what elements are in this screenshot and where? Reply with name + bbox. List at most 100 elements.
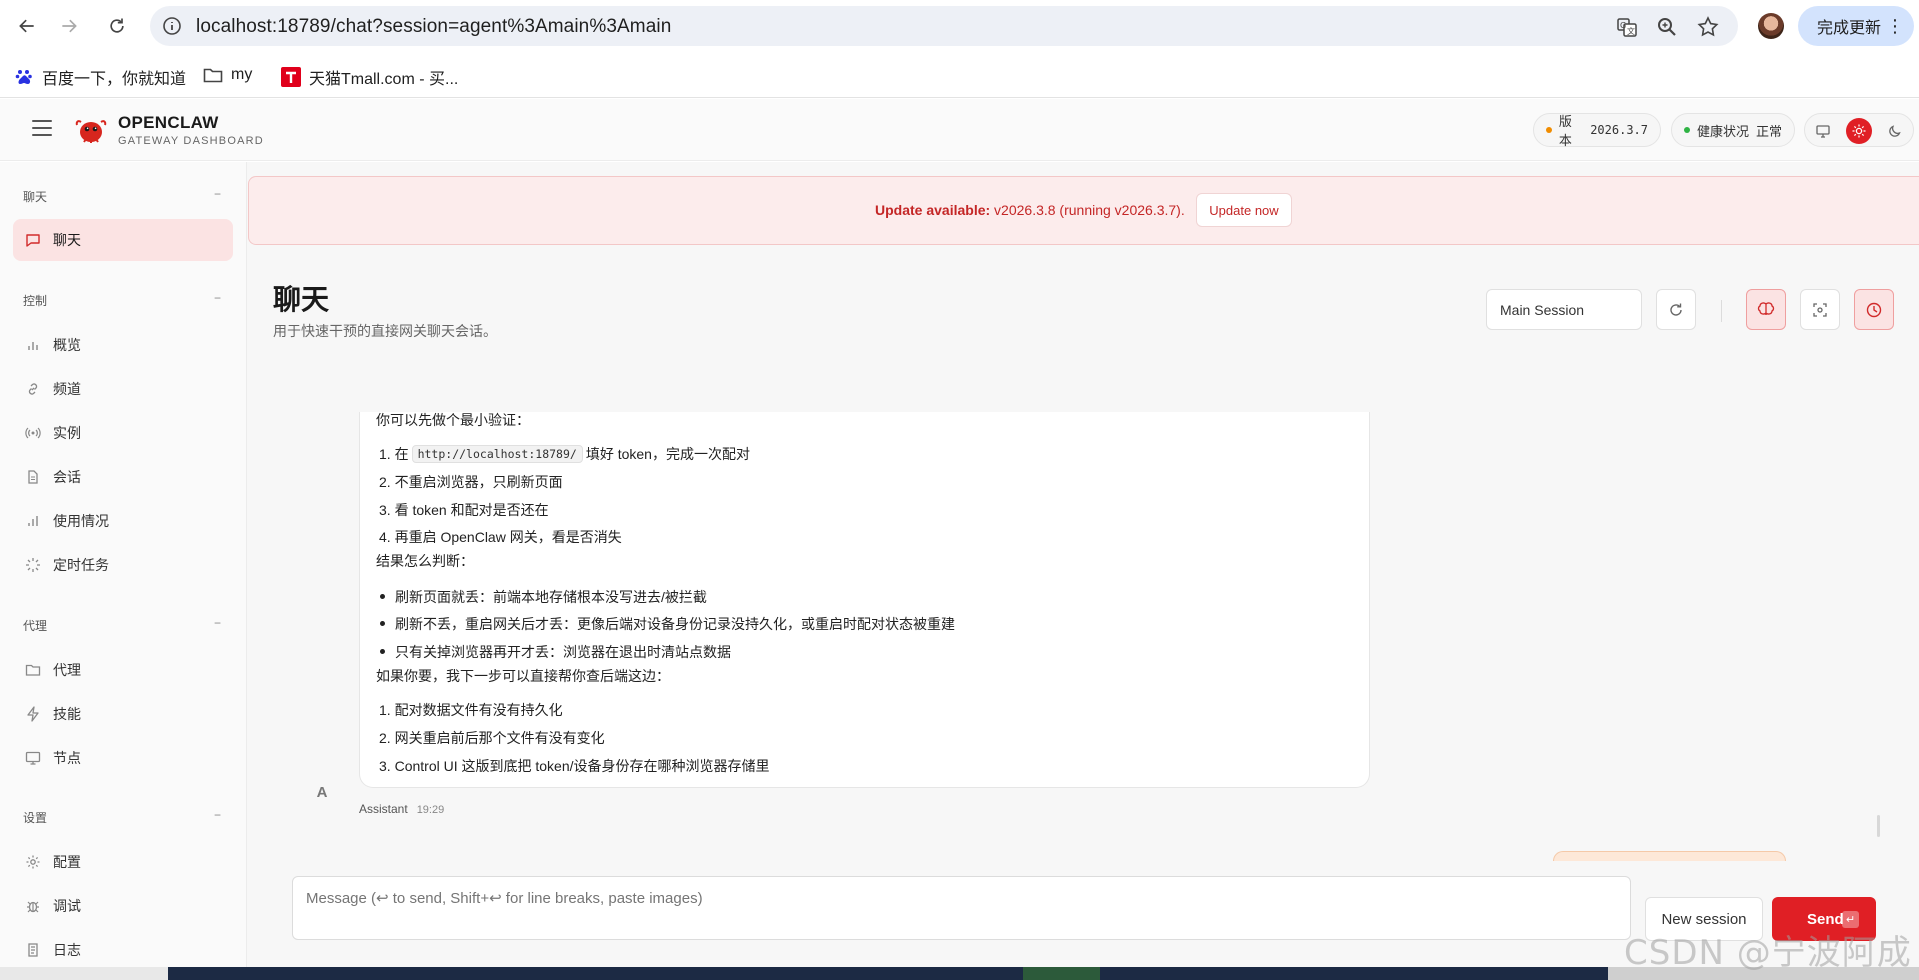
sidebar-item-label: 概览 (53, 337, 81, 353)
reload-icon (110, 18, 124, 33)
message-meta: Assistant 19:29 (359, 802, 444, 816)
brand-subtitle: GATEWAY DASHBOARD (118, 135, 264, 147)
bookmark-tmall[interactable]: 天猫Tmall.com - 买... (281, 65, 458, 89)
collapse-toggle[interactable]: − (214, 808, 221, 822)
list-number: 3. (379, 502, 391, 518)
light-theme-button[interactable] (1846, 118, 1872, 144)
sidebar-item-cron[interactable]: 定时任务 (13, 544, 233, 586)
bug-icon (25, 898, 41, 914)
thinking-toggle-button[interactable] (1746, 289, 1786, 330)
bullet-icon (380, 621, 385, 626)
sidebar-item-config[interactable]: 配置 (13, 841, 233, 883)
sidebar-item-overview[interactable]: 概览 (13, 324, 233, 366)
section-title-agents: 代理 (23, 619, 48, 633)
theme-switcher (1804, 113, 1914, 147)
bookmark-baidu[interactable]: 百度一下，你就知道 (14, 65, 186, 89)
sidebar-item-skills[interactable]: 技能 (13, 693, 233, 735)
list-text: Control UI 这版到底把 token/设备身份存在哪种浏览器存储里 (394, 758, 770, 774)
clock-icon (1866, 302, 1882, 317)
list-number: 3. (379, 758, 391, 774)
assistant-avatar: A (316, 783, 328, 801)
refresh-button[interactable] (1656, 289, 1696, 330)
sidebar-item-usage[interactable]: 使用情况 (13, 500, 233, 542)
menu-icon[interactable] (32, 120, 52, 138)
user-message-bubble-edge (1553, 851, 1786, 861)
reload-button[interactable] (103, 12, 131, 40)
sidebar-item-label: 会话 (53, 469, 81, 485)
sidebar-item-chat[interactable]: 聊天 (13, 219, 233, 261)
history-toggle-button[interactable] (1854, 289, 1894, 330)
sidebar-item-label: 聊天 (53, 232, 81, 248)
health-value: 正常 (1756, 123, 1783, 139)
sidebar-item-instances[interactable]: 实例 (13, 412, 233, 454)
info-icon[interactable] (162, 16, 182, 36)
tmall-icon (281, 67, 301, 87)
sidebar-item-label: 技能 (53, 706, 81, 722)
session-select[interactable]: Main Session (1486, 289, 1642, 330)
section-title-chat: 聊天 (23, 190, 48, 204)
star-icon[interactable] (1697, 16, 1719, 38)
list-text: 在 (394, 446, 409, 462)
zoom-icon[interactable] (1656, 16, 1678, 38)
list-text: 配对数据文件有没有持久化 (394, 702, 563, 718)
sender-name: Assistant (359, 802, 408, 816)
focus-mode-button[interactable] (1800, 289, 1840, 330)
address-bar[interactable]: localhost:18789/chat?session=agent%3Amai… (150, 6, 1738, 46)
sidebar-item-label: 实例 (53, 425, 81, 441)
system-theme-button[interactable] (1810, 118, 1836, 144)
profile-avatar[interactable] (1758, 13, 1784, 39)
list-item: 1. 在 http://localhost:18789/填好 token，完成一次… (379, 444, 750, 464)
chat-icon (25, 232, 41, 248)
toolbar-divider (1721, 300, 1722, 322)
list-number: 1. (379, 446, 391, 462)
page-subtitle: 用于快速干预的直接网关聊天会话。 (273, 323, 497, 339)
health-status-dot (1684, 127, 1690, 133)
update-now-button[interactable]: Update now (1196, 193, 1292, 227)
back-button[interactable] (13, 12, 41, 40)
section-title-control: 控制 (23, 294, 48, 308)
brain-icon (1757, 301, 1775, 315)
sidebar-item-nodes[interactable]: 节点 (13, 737, 233, 779)
inline-code: http://localhost:18789/ (411, 445, 583, 463)
zap-icon (25, 706, 41, 722)
arrow-right-icon (62, 19, 77, 33)
update-banner-strong: Update available: (875, 202, 991, 218)
sidebar-item-sessions[interactable]: 会话 (13, 456, 233, 498)
sidebar-item-label: 定时任务 (53, 557, 109, 573)
url-text[interactable]: localhost:18789/chat?session=agent%3Amai… (196, 16, 671, 38)
bullet-icon (380, 594, 385, 599)
sidebar-item-debug[interactable]: 调试 (13, 885, 233, 927)
bullet-item: 刷新页面就丢：前端本地存储根本没写进去/被拦截 (395, 589, 707, 605)
list-item: 3. 看 token 和配对是否还在 (379, 500, 549, 520)
more-vertical-icon[interactable]: ⋮ (1886, 15, 1904, 37)
bullet-icon (380, 649, 385, 654)
bookmark-my[interactable]: my (203, 65, 252, 85)
message-input[interactable] (292, 876, 1631, 940)
sidebar-item-agents[interactable]: 代理 (13, 649, 233, 691)
version-status-dot (1546, 127, 1552, 133)
sidebar-item-label: 频道 (53, 381, 81, 397)
judge-title: 结果怎么判断： (376, 553, 474, 569)
svg-text:文: 文 (1627, 26, 1635, 36)
translate-icon[interactable]: G文 (1616, 16, 1638, 38)
monitor-icon (25, 750, 41, 766)
list-text: 网关重启前后那个文件有没有变化 (394, 730, 605, 746)
collapse-toggle[interactable]: − (214, 291, 221, 305)
dark-theme-button[interactable] (1882, 118, 1908, 144)
browser-update-button[interactable]: 完成更新 ⋮ (1798, 6, 1914, 46)
collapse-toggle[interactable]: − (214, 616, 221, 630)
sun-icon (1852, 124, 1866, 138)
version-label: 版本 (1558, 114, 1572, 148)
collapse-toggle[interactable]: − (214, 187, 221, 201)
chat-scrollbar[interactable] (1877, 815, 1880, 837)
taskbar-segment (1023, 967, 1100, 980)
bookmarks-bar: 百度一下，你就知道 my 天猫Tmall.com - 买... (0, 52, 1919, 98)
sidebar-item-channels[interactable]: 频道 (13, 368, 233, 410)
page-title: 聊天 (273, 284, 330, 315)
sidebar-item-label: 日志 (53, 942, 81, 958)
list-number: 4. (379, 529, 391, 545)
forward-button[interactable] (55, 12, 83, 40)
list-number: 1. (379, 702, 391, 718)
sidebar-item-logs[interactable]: 日志 (13, 929, 233, 971)
health-pill: 健康状况 正常 (1671, 113, 1795, 147)
